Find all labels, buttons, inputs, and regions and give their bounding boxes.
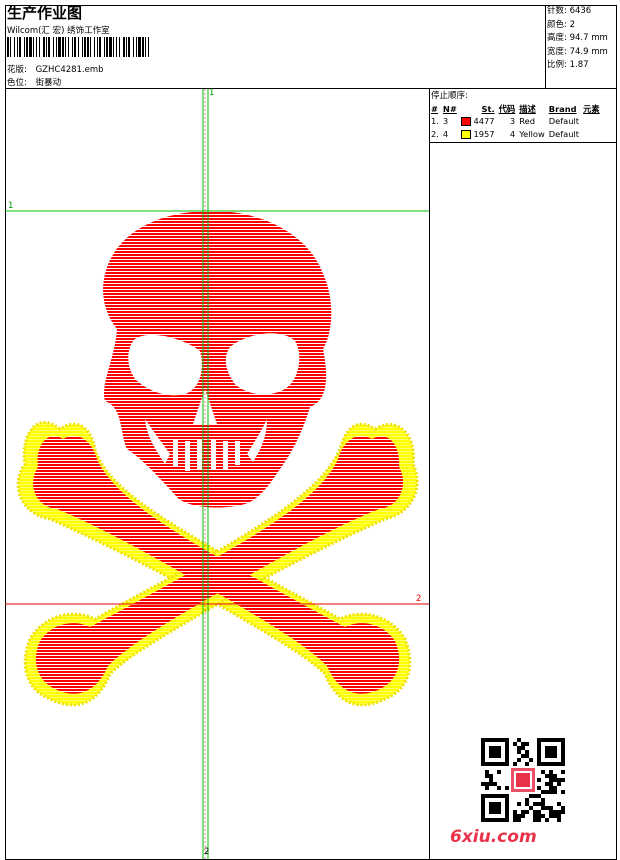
row-index: 2. — [431, 128, 439, 139]
table-row: 2. 4 1957 4 Yellow Default — [430, 128, 603, 141]
col-needle: N# — [442, 103, 457, 114]
table-header-row: # N# St. 代码 描述 Brand 元素 — [430, 102, 603, 115]
barcode-icon — [7, 37, 149, 57]
row-code: 4 — [509, 128, 516, 139]
color-label: 色位: — [7, 78, 27, 88]
qr-code-icon — [481, 738, 565, 822]
stats-panel: 针数: 6436 颜色: 2 高度: 94.7 mm 宽度: 74.9 mm 比… — [547, 5, 608, 73]
row-element — [582, 128, 603, 141]
stop-sequence-title: 停止顺序: — [431, 91, 468, 101]
embroidery-design — [5, 89, 429, 859]
company-name: Wilcom(汇 宏) 绣饰工作室 — [7, 26, 110, 36]
guide-label-bottom: 2 — [204, 847, 210, 857]
row-desc: Yellow — [519, 128, 545, 139]
table-row: 1. 3 4477 3 Red Default — [430, 115, 603, 128]
guide-label-top: 1 — [209, 88, 215, 98]
row-stitches: 1957 — [460, 128, 498, 141]
col-brand: Brand — [548, 103, 577, 114]
design-name-row: 花版: GZHC4281.emb — [7, 63, 104, 75]
row-desc: Red — [519, 116, 535, 127]
stop-sequence-table: # N# St. 代码 描述 Brand 元素 1. 3 4477 3 Red … — [430, 102, 603, 140]
row-code: 3 — [509, 116, 516, 127]
right-eye-socket — [225, 333, 300, 395]
design-label: 花版: — [7, 65, 27, 75]
design-width: 宽度: 74.9 mm — [547, 46, 608, 57]
design-value: GZHC4281.emb — [35, 65, 104, 75]
color-count: 颜色: 2 — [547, 19, 575, 30]
guide-label-right: 2 — [416, 594, 422, 604]
col-stitches: St. — [481, 103, 495, 114]
col-desc: 描述 — [519, 103, 536, 114]
row-needle: 3 — [442, 116, 449, 127]
watermark-text: 6xiu.com — [450, 827, 537, 847]
col-index: # — [431, 103, 438, 114]
design-scale: 比例: 1.87 — [547, 60, 589, 70]
row-element — [582, 115, 603, 128]
production-sheet: 生产作业图 Wilcom(汇 宏) 绣饰工作室 花版: GZHC4281.emb… — [0, 0, 620, 860]
row-brand: Default — [548, 116, 580, 127]
page-title: 生产作业图 — [7, 4, 83, 22]
color-value: 街暴动 — [35, 78, 62, 88]
guide-label-left: 1 — [8, 201, 14, 211]
row-index: 1. — [431, 116, 439, 127]
skull — [103, 210, 332, 508]
color-name-row: 色位: 街暴动 — [7, 76, 61, 88]
col-element: 元素 — [583, 103, 600, 114]
color-swatch — [460, 117, 471, 127]
stitch-count: 针数: 6436 — [547, 6, 592, 16]
col-code: 代码 — [498, 103, 516, 114]
row-needle: 4 — [442, 128, 449, 139]
row-stitches: 4477 — [460, 115, 498, 128]
row-brand: Default — [548, 128, 580, 139]
design-height: 高度: 94.7 mm — [547, 33, 608, 43]
color-swatch — [460, 129, 471, 139]
